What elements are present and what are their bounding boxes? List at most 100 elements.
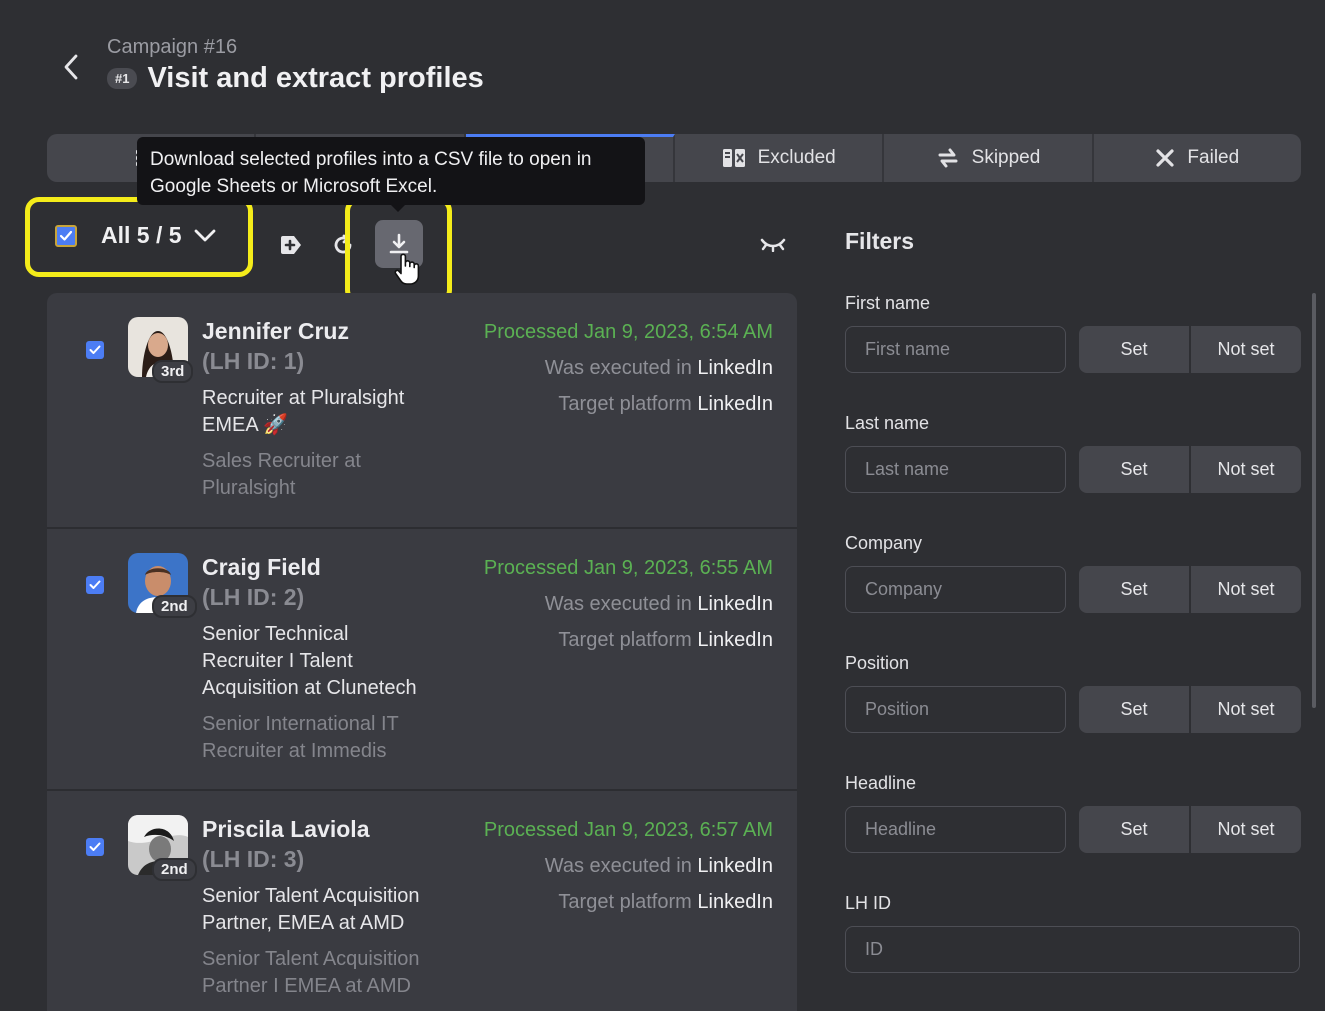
- filter-label-headline: Headline: [845, 773, 917, 793]
- tab-excluded[interactable]: Excluded: [675, 134, 885, 182]
- profile-position: Senior Talent Acquisition Partner I EMEA…: [202, 946, 452, 1000]
- target-prefix: Target platform: [558, 629, 698, 651]
- profile-name[interactable]: Priscila Laviola: [202, 816, 369, 843]
- position-line: Senior Talent Acquisition: [202, 948, 420, 970]
- processed-timestamp: Processed Jan 9, 2023, 6:54 AM: [483, 321, 773, 343]
- filter-label-position: Position: [845, 653, 910, 673]
- headline-not-set-button[interactable]: Not set: [1191, 806, 1301, 853]
- processed-timestamp: Processed Jan 9, 2023, 6:57 AM: [483, 819, 773, 841]
- profile-checkbox[interactable]: [86, 341, 104, 359]
- profile-position: Senior International IT Recruiter at Imm…: [202, 711, 452, 765]
- chevron-left-icon: [64, 54, 78, 80]
- filter-label-company: Company: [845, 533, 923, 553]
- last-name-set-button[interactable]: Set: [1079, 446, 1189, 493]
- filters-title: Filters: [845, 228, 915, 254]
- position-set-button[interactable]: Set: [1079, 686, 1189, 733]
- profile-card[interactable]: 2nd Craig Field (LH ID: 2) Senior Techni…: [47, 529, 797, 791]
- headline-line: EMEA 🚀: [202, 414, 289, 436]
- filter-label-first-name: First name: [845, 293, 931, 313]
- company-input[interactable]: [845, 566, 1066, 613]
- profile-headline: Senior Technical Recruiter I Talent Acqu…: [202, 621, 452, 702]
- headline-set-button[interactable]: Set: [1079, 806, 1189, 853]
- profile-headline: Recruiter at Pluralsight EMEA 🚀: [202, 385, 452, 439]
- excluded-icon: [722, 149, 745, 167]
- filters-scrollbar[interactable]: [1312, 293, 1316, 708]
- company-not-set-button[interactable]: Not set: [1191, 566, 1301, 613]
- headline-input[interactable]: [845, 806, 1066, 853]
- target-prefix: Target platform: [558, 891, 698, 913]
- tooltip-line: Download selected profiles into a CSV fi…: [150, 149, 592, 170]
- target-platform: Target platform LinkedIn: [558, 891, 773, 914]
- hide-details-button[interactable]: [759, 232, 787, 256]
- connection-degree-badge: 2nd: [152, 595, 197, 618]
- executed-prefix: Was executed in: [544, 855, 698, 877]
- position-line: Partner I EMEA at AMD: [202, 975, 411, 997]
- filter-label-lh-id: LH ID: [845, 893, 892, 913]
- profile-position: Sales Recruiter at Pluralsight: [202, 448, 452, 502]
- tab-failed[interactable]: Failed: [1094, 134, 1301, 182]
- last-name-input[interactable]: [845, 446, 1066, 493]
- first-name-set-button[interactable]: Set: [1079, 326, 1189, 373]
- company-set-button[interactable]: Set: [1079, 566, 1189, 613]
- profile-lh-id: (LH ID: 1): [202, 348, 305, 374]
- target-platform: Target platform LinkedIn: [558, 393, 773, 416]
- profile-card[interactable]: 3rd Jennifer Cruz (LH ID: 1) Recruiter a…: [47, 293, 797, 529]
- lh-id-input[interactable]: [845, 926, 1300, 973]
- target-value: LinkedIn: [697, 629, 773, 651]
- executed-value: LinkedIn: [697, 357, 773, 379]
- headline-line: Senior Talent Acquisition: [202, 885, 420, 907]
- executed-value: LinkedIn: [697, 593, 773, 615]
- back-button[interactable]: [56, 50, 86, 84]
- executed-platform: Was executed in LinkedIn: [545, 593, 773, 616]
- first-name-input[interactable]: [845, 326, 1066, 373]
- check-icon: [89, 842, 101, 851]
- target-value: LinkedIn: [697, 393, 773, 415]
- page-title: Visit and extract profiles: [147, 62, 484, 94]
- headline-line: Recruiter I Talent: [202, 650, 353, 672]
- executed-platform: Was executed in LinkedIn: [545, 855, 773, 878]
- eye-closed-icon: [760, 238, 786, 252]
- failed-icon: [1156, 149, 1175, 167]
- position-line: Sales Recruiter at: [202, 450, 361, 472]
- executed-value: LinkedIn: [697, 855, 773, 877]
- check-icon: [89, 345, 101, 354]
- profile-checkbox[interactable]: [86, 576, 104, 594]
- page-title-row: #1 Visit and extract profiles: [107, 62, 484, 95]
- position-line: Senior International IT: [202, 713, 399, 735]
- add-tag-icon: [281, 236, 301, 254]
- add-to-campaign-button[interactable]: [278, 232, 304, 258]
- skipped-icon: [938, 148, 958, 168]
- profile-checkbox[interactable]: [86, 838, 104, 856]
- position-line: Pluralsight: [202, 477, 296, 499]
- selection-highlight: [25, 197, 253, 277]
- last-name-not-set-button[interactable]: Not set: [1191, 446, 1301, 493]
- check-icon: [89, 580, 101, 589]
- tab-skipped[interactable]: Skipped: [884, 134, 1094, 182]
- target-value: LinkedIn: [697, 891, 773, 913]
- download-tooltip: Download selected profiles into a CSV fi…: [137, 137, 645, 205]
- profile-card[interactable]: 2nd Priscila Laviola (LH ID: 3) Senior T…: [47, 791, 797, 1011]
- profile-headline: Senior Talent Acquisition Partner, EMEA …: [202, 883, 452, 937]
- connection-degree-badge: 2nd: [152, 858, 197, 881]
- step-badge: #1: [107, 68, 138, 89]
- headline-line: Acquisition at Clunetech: [202, 677, 417, 699]
- target-prefix: Target platform: [558, 393, 698, 415]
- profile-name[interactable]: Craig Field: [202, 554, 321, 581]
- campaign-name: Campaign #16: [107, 36, 238, 58]
- position-line: Recruiter at Immedis: [202, 740, 387, 762]
- connection-degree-badge: 3rd: [152, 360, 194, 383]
- position-input[interactable]: [845, 686, 1066, 733]
- filter-label-last-name: Last name: [845, 413, 930, 433]
- headline-line: Partner, EMEA at AMD: [202, 912, 405, 934]
- profile-list: 3rd Jennifer Cruz (LH ID: 1) Recruiter a…: [47, 293, 797, 1011]
- profile-lh-id: (LH ID: 2): [202, 584, 305, 610]
- executed-prefix: Was executed in: [544, 593, 698, 615]
- position-not-set-button[interactable]: Not set: [1191, 686, 1301, 733]
- first-name-not-set-button[interactable]: Not set: [1191, 326, 1301, 373]
- headline-line: Recruiter at Pluralsight: [202, 387, 405, 409]
- tooltip-line: Google Sheets or Microsoft Excel.: [150, 176, 438, 197]
- tab-label: Excluded: [757, 147, 836, 168]
- executed-prefix: Was executed in: [544, 357, 698, 379]
- profile-name[interactable]: Jennifer Cruz: [202, 318, 349, 345]
- tooltip-arrow: [390, 204, 406, 212]
